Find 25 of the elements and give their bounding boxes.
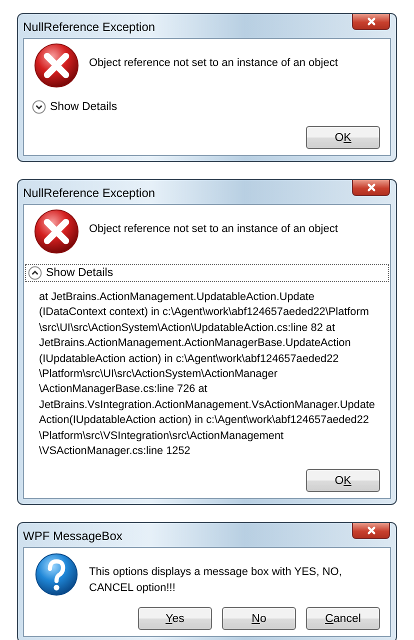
chevron-up-icon <box>28 266 42 280</box>
question-icon <box>34 552 79 598</box>
dialog-button[interactable]: Cancel <box>306 607 380 630</box>
details-text: at JetBrains.ActionManagement.UpdatableAction.Update (IDataContext context) in c:\Agent\work\abf124657aeded22\Platform \src\UI\src\ActionSystem\Action\UpdatableAction.cs:line 82 at JetBrains.ActionManagement.ActionManagerBase.UpdateAction (IUpdatableAction action) in c:\Agent\work\abf124657aeded22 \Platform\src\UI\src\ActionSystem\ActionManager \ActionManagerBase.cs:line 726 at JetBrains.VsIntegration.ActionManagement.VsActionManager.Update Action(IUpdatableAction action) in c:\Agent\work\abf124657aeded22 \Platform\src\VSIntegration\src\ActionManagement \VSActionManager.cs:line 1252 <box>39 290 376 460</box>
message-text: This options displays a message box with YES, NO, CANCEL option!!! <box>89 565 343 596</box>
message-text: Object reference not set to an instance of an object <box>89 56 338 71</box>
details-toggle[interactable]: Show Details <box>29 98 380 116</box>
window-title: NullReference Exception <box>23 186 156 200</box>
dialog-button[interactable]: No <box>222 607 296 630</box>
message-text: Object reference not set to an instance of an object <box>89 222 338 237</box>
dialog-button[interactable]: OK <box>306 469 380 492</box>
close-icon <box>366 526 376 536</box>
chevron-down-icon <box>32 100 46 114</box>
error-icon <box>34 43 79 88</box>
dialog-button[interactable]: OK <box>306 126 380 149</box>
close-button[interactable] <box>352 523 390 540</box>
close-icon <box>366 17 376 26</box>
close-button[interactable] <box>352 180 390 196</box>
window-title: WPF MessageBox <box>23 529 122 544</box>
error-icon <box>34 209 79 254</box>
dialog-button[interactable]: Yes <box>138 607 212 630</box>
window-title: NullReference Exception <box>23 20 156 34</box>
close-icon <box>366 183 376 192</box>
close-button[interactable] <box>352 14 390 30</box>
details-toggle[interactable]: Show Details <box>25 264 389 282</box>
